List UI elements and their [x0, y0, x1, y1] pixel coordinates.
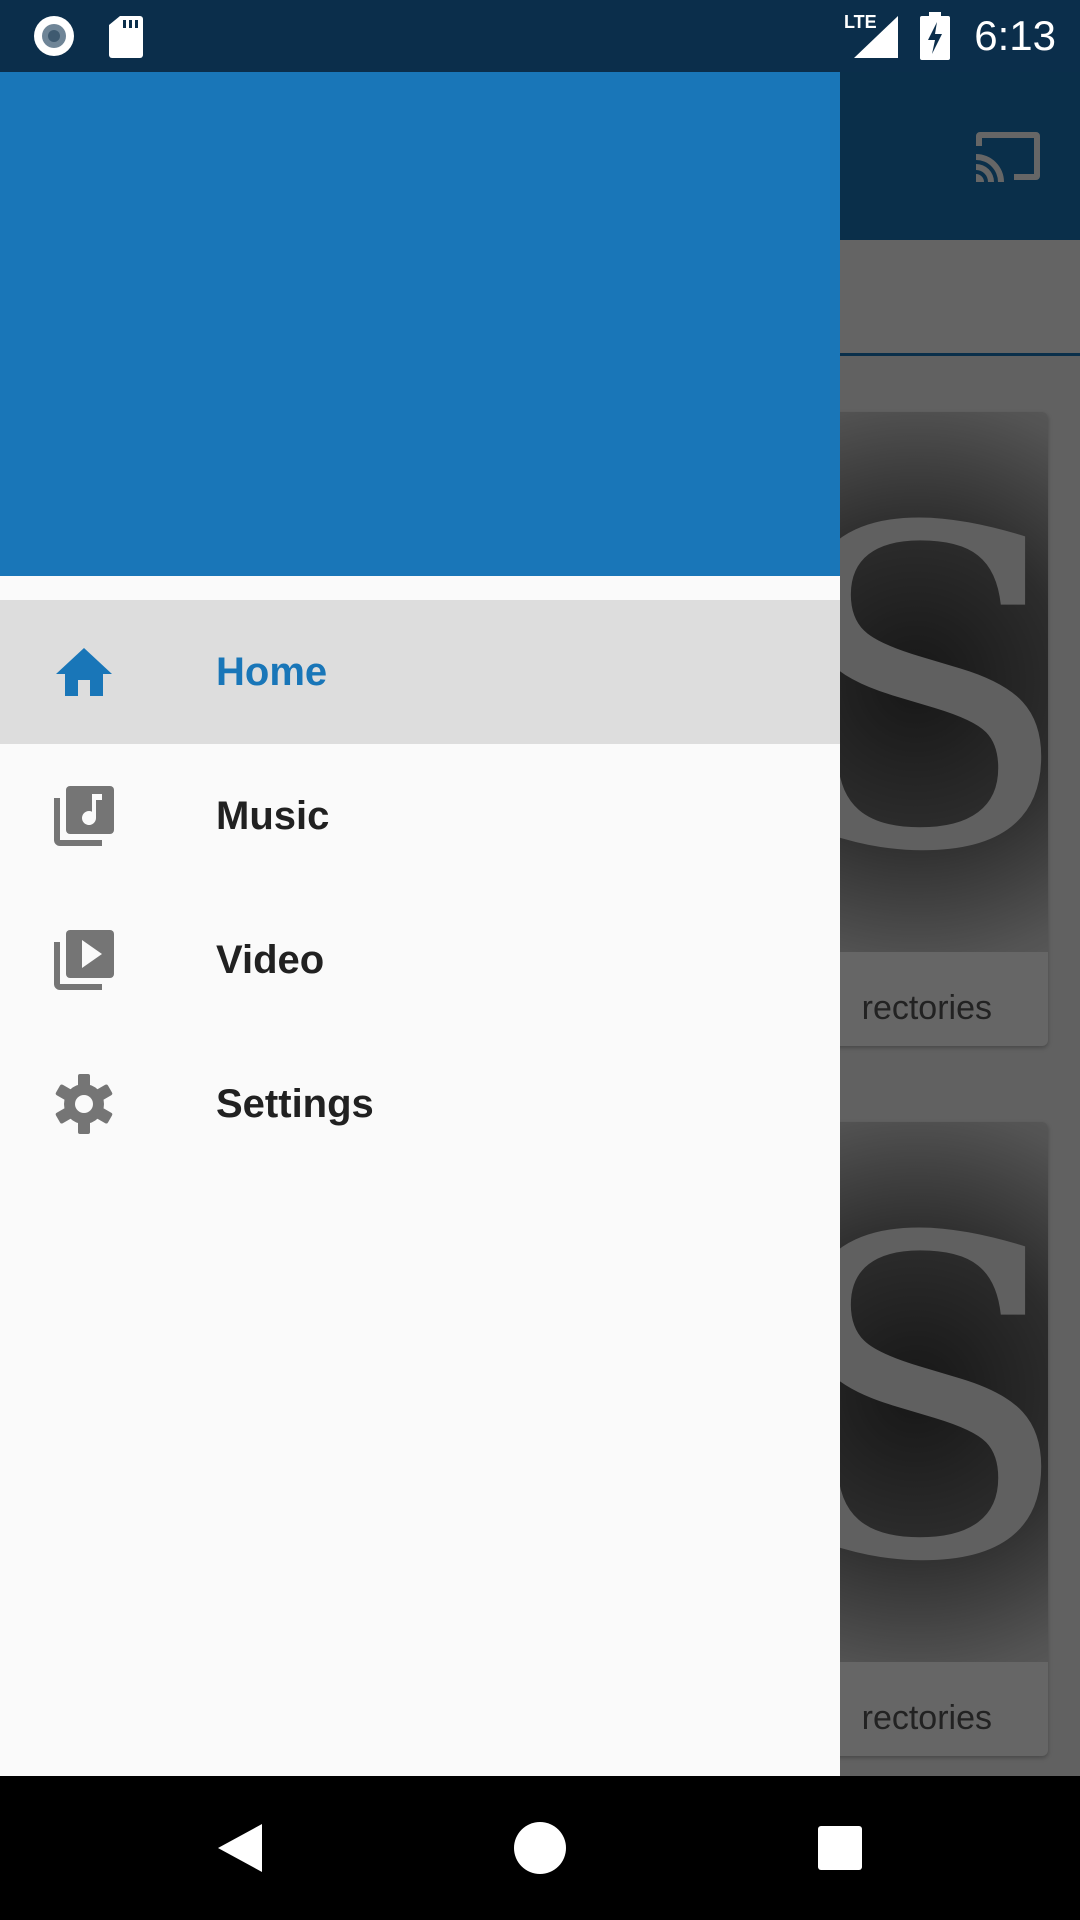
back-icon[interactable] — [204, 1812, 276, 1884]
music-library-icon — [52, 784, 116, 848]
video-library-icon — [52, 928, 116, 992]
screen: S rectories S rectories L — [0, 0, 1080, 1920]
drawer-item-label: Music — [216, 793, 330, 838]
drawer-item-label: Settings — [216, 1081, 374, 1126]
sd-card-icon — [108, 14, 152, 58]
navigation-drawer: Home Music Video Settings — [0, 72, 840, 1776]
recents-icon[interactable] — [804, 1812, 876, 1884]
status-bar: LTE 6:13 — [0, 0, 1080, 72]
battery-charging-icon — [920, 12, 950, 60]
drawer-item-settings[interactable]: Settings — [0, 1032, 840, 1176]
drawer-item-label: Home — [216, 649, 328, 694]
drawer-item-video[interactable]: Video — [0, 888, 840, 1032]
drawer-header — [0, 72, 840, 576]
system-nav-bar — [0, 1776, 1080, 1920]
gear-icon — [52, 1072, 116, 1136]
drawer-item-home[interactable]: Home — [0, 600, 840, 744]
record-icon — [32, 14, 76, 58]
lte-signal-icon: LTE — [844, 12, 900, 60]
drawer-item-label: Video — [216, 937, 325, 982]
status-clock: 6:13 — [974, 12, 1056, 59]
drawer-nav-list: Home Music Video Settings — [0, 600, 840, 1176]
drawer-item-music[interactable]: Music — [0, 744, 840, 888]
home-icon — [52, 640, 116, 704]
home-circle-icon[interactable] — [504, 1812, 576, 1884]
